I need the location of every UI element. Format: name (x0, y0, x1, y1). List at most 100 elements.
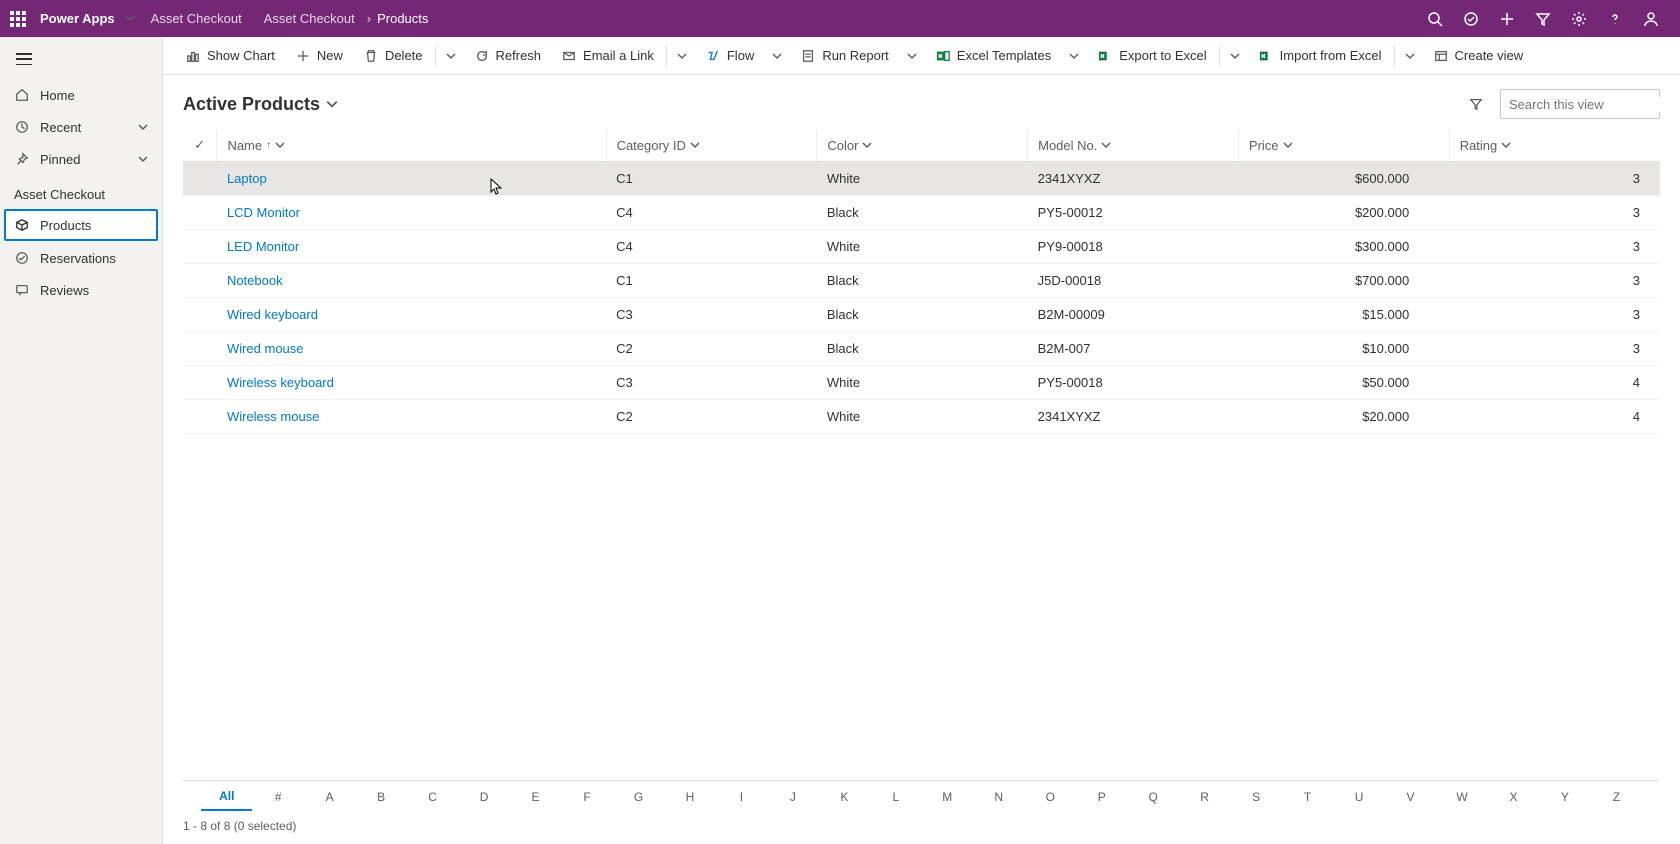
alpha-jump[interactable]: U (1333, 784, 1384, 810)
app-name[interactable]: Power Apps (40, 11, 115, 26)
table-row[interactable]: Laptop C1 White 2341XYXZ $600.000 3 (183, 162, 1660, 196)
alpha-jump[interactable]: O (1025, 784, 1076, 810)
alpha-jump[interactable]: R (1179, 784, 1230, 810)
alpha-jump[interactable]: W (1436, 784, 1487, 810)
waffle-icon[interactable] (8, 9, 28, 29)
product-link[interactable]: Wireless mouse (227, 409, 319, 424)
column-header-color[interactable]: Color (817, 129, 1028, 162)
alpha-jump[interactable]: V (1385, 784, 1436, 810)
product-link[interactable]: Wireless keyboard (227, 375, 334, 390)
alpha-jump[interactable]: Q (1127, 784, 1178, 810)
alpha-jump[interactable]: Z (1591, 784, 1642, 810)
settings-icon[interactable] (1570, 10, 1588, 28)
alpha-jump[interactable]: K (819, 784, 870, 810)
alpha-jump[interactable]: N (973, 784, 1024, 810)
alpha-jump[interactable]: T (1282, 784, 1333, 810)
column-header-model[interactable]: Model No. (1028, 129, 1239, 162)
column-header-rating[interactable]: Rating (1449, 129, 1660, 162)
flow-dropdown[interactable] (764, 37, 790, 74)
nav-home[interactable]: Home (0, 79, 162, 111)
product-link[interactable]: Wired mouse (227, 341, 304, 356)
product-link[interactable]: Notebook (227, 273, 283, 288)
excel-templates-button[interactable]: Excel Templates (925, 37, 1061, 74)
row-checkbox[interactable] (183, 400, 217, 434)
alpha-jump[interactable]: C (407, 784, 458, 810)
chevron-down-icon[interactable] (125, 11, 135, 26)
alpha-jump[interactable]: P (1076, 784, 1127, 810)
chevron-down-icon[interactable] (138, 152, 148, 167)
alpha-jump[interactable]: J (767, 784, 818, 810)
alpha-jump[interactable]: E (510, 784, 561, 810)
alpha-jump[interactable]: I (716, 784, 767, 810)
table-row[interactable]: Wireless mouse C2 White 2341XYXZ $20.000… (183, 400, 1660, 434)
alpha-jump[interactable]: # (252, 784, 303, 810)
product-link[interactable]: LED Monitor (227, 239, 299, 254)
nav-pinned[interactable]: Pinned (0, 143, 162, 175)
table-row[interactable]: Wired keyboard C3 Black B2M-00009 $15.00… (183, 298, 1660, 332)
user-icon[interactable] (1642, 10, 1660, 28)
alpha-jump[interactable]: L (870, 784, 921, 810)
search-input[interactable] (1509, 97, 1680, 112)
nav-reservations[interactable]: Reservations (0, 242, 162, 274)
row-checkbox[interactable] (183, 332, 217, 366)
row-checkbox[interactable] (183, 366, 217, 400)
table-row[interactable]: Wired mouse C2 Black B2M-007 $10.000 3 (183, 332, 1660, 366)
hamburger-button[interactable] (0, 43, 162, 75)
row-checkbox[interactable] (183, 298, 217, 332)
import-excel-dropdown[interactable] (1397, 37, 1423, 74)
excel-templates-dropdown[interactable] (1061, 37, 1087, 74)
search-icon[interactable] (1426, 10, 1444, 28)
product-link[interactable]: Laptop (227, 171, 267, 186)
column-header-name[interactable]: Name ↑ (217, 129, 606, 162)
alpha-jump[interactable]: G (613, 784, 664, 810)
create-view-button[interactable]: Create view (1423, 37, 1534, 74)
run-report-button[interactable]: Run Report (790, 37, 898, 74)
alpha-jump[interactable]: All (201, 783, 252, 811)
select-all-checkbox[interactable]: ✓ (183, 129, 217, 162)
nav-recent[interactable]: Recent (0, 111, 162, 143)
column-header-category[interactable]: Category ID (606, 129, 817, 162)
delete-button[interactable]: Delete (353, 37, 433, 74)
alpha-jump[interactable]: S (1230, 784, 1281, 810)
alpha-jump[interactable]: B (355, 784, 406, 810)
import-excel-button[interactable]: Import from Excel (1248, 37, 1392, 74)
alpha-jump[interactable]: D (458, 784, 509, 810)
flow-button[interactable]: Flow (695, 37, 764, 74)
show-chart-button[interactable]: Show Chart (175, 37, 285, 74)
nav-products[interactable]: Products (4, 209, 158, 241)
alpha-jump[interactable]: H (664, 784, 715, 810)
alpha-jump[interactable]: F (561, 784, 612, 810)
run-report-dropdown[interactable] (899, 37, 925, 74)
refresh-button[interactable]: Refresh (464, 37, 552, 74)
row-checkbox[interactable] (183, 264, 217, 298)
chevron-down-icon[interactable] (138, 120, 148, 135)
email-link-button[interactable]: Email a Link (551, 37, 664, 74)
alpha-jump[interactable]: X (1488, 784, 1539, 810)
filter-icon[interactable] (1534, 10, 1552, 28)
delete-dropdown[interactable] (438, 37, 464, 74)
nav-reviews[interactable]: Reviews (0, 274, 162, 306)
export-excel-button[interactable]: Export to Excel (1087, 37, 1216, 74)
export-excel-dropdown[interactable] (1222, 37, 1248, 74)
alpha-jump[interactable]: M (922, 784, 973, 810)
table-row[interactable]: LCD Monitor C4 Black PY5-00012 $200.000 … (183, 196, 1660, 230)
table-row[interactable]: Wireless keyboard C3 White PY5-00018 $50… (183, 366, 1660, 400)
column-header-price[interactable]: Price (1238, 129, 1449, 162)
table-row[interactable]: Notebook C1 Black J5D-00018 $700.000 3 (183, 264, 1660, 298)
breadcrumb-app[interactable]: Asset Checkout (264, 11, 355, 26)
alpha-jump[interactable]: Y (1539, 784, 1590, 810)
row-checkbox[interactable] (183, 162, 217, 196)
email-dropdown[interactable] (669, 37, 695, 74)
search-box[interactable] (1500, 89, 1660, 119)
view-title-dropdown[interactable]: Active Products (183, 94, 338, 115)
alpha-jump[interactable]: A (304, 784, 355, 810)
add-icon[interactable] (1498, 10, 1516, 28)
filter-button[interactable] (1462, 90, 1490, 118)
row-checkbox[interactable] (183, 196, 217, 230)
new-button[interactable]: New (285, 37, 353, 74)
help-icon[interactable] (1606, 10, 1624, 28)
product-link[interactable]: LCD Monitor (227, 205, 300, 220)
assistant-icon[interactable] (1462, 10, 1480, 28)
table-row[interactable]: LED Monitor C4 White PY9-00018 $300.000 … (183, 230, 1660, 264)
row-checkbox[interactable] (183, 230, 217, 264)
